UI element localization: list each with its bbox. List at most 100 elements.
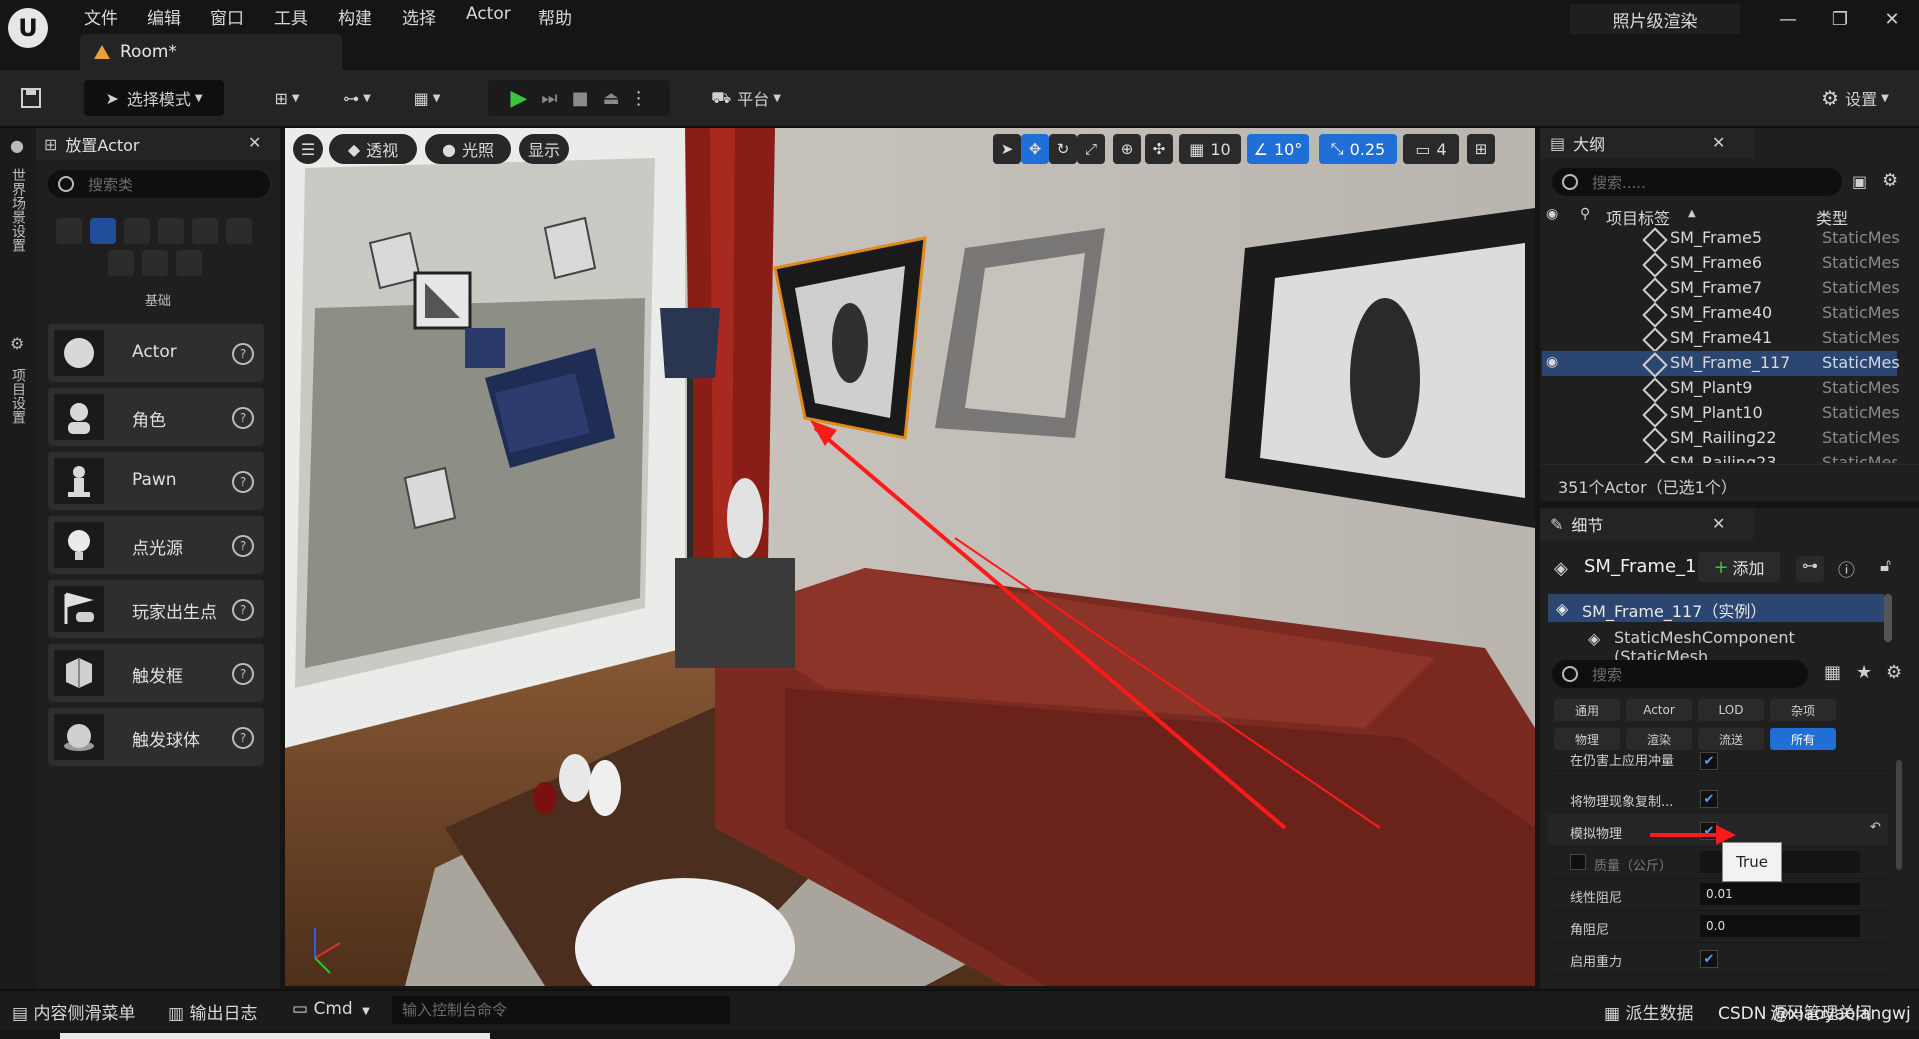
outliner-row[interactable]: SM_Plant9 StaticMes xyxy=(1542,376,1900,403)
details-search[interactable]: 搜索 xyxy=(1552,660,1808,688)
pin-icon[interactable]: ⚲ xyxy=(1580,206,1590,222)
mass-override-checkbox[interactable] xyxy=(1570,854,1586,870)
more-options-icon[interactable]: ⋮ xyxy=(630,88,648,109)
prop-checkbox[interactable]: ✔ xyxy=(1700,752,1718,770)
world-settings-tab[interactable]: 世界场景设置 xyxy=(8,168,28,252)
menu-help[interactable]: 帮助 xyxy=(538,4,572,29)
basic-category-icon[interactable] xyxy=(90,218,116,244)
angular-damping-field[interactable]: 0.0 xyxy=(1700,915,1860,937)
derived-data-button[interactable]: ▦ 派生数据 xyxy=(1604,999,1693,1024)
help-icon[interactable]: ? xyxy=(232,599,254,621)
menu-build[interactable]: 构建 xyxy=(338,4,372,29)
component-scrollbar[interactable] xyxy=(1884,594,1892,642)
close-icon[interactable]: ✕ xyxy=(1712,133,1725,152)
filter-lod[interactable]: LOD xyxy=(1698,699,1764,721)
close-icon[interactable]: ✕ xyxy=(248,133,261,152)
actor-item-character[interactable]: 角色 ? xyxy=(48,388,264,446)
play-icon[interactable]: ▶ xyxy=(510,86,527,111)
settings-dropdown[interactable]: ⚙ 设置 ▼ xyxy=(1810,80,1900,116)
globe-icon[interactable]: ● xyxy=(10,136,24,155)
actor-item-trigger-sphere[interactable]: 触发球体 ? xyxy=(48,708,264,766)
filter-misc[interactable]: 杂项 xyxy=(1770,699,1836,721)
actor-item-actor[interactable]: Actor ? xyxy=(48,324,264,382)
content-drawer-button[interactable]: ▤ 内容侧滑菜单 xyxy=(12,999,135,1024)
stop-icon[interactable]: ■ xyxy=(572,88,589,109)
menu-actor[interactable]: Actor xyxy=(466,4,511,24)
outliner-row[interactable]: SM_Railing22 StaticMes xyxy=(1542,426,1900,453)
lock-icon[interactable]: 🔓︎ xyxy=(1880,556,1891,576)
outliner-row[interactable]: SM_Frame5 StaticMes xyxy=(1542,226,1900,253)
blueprint-icon[interactable]: ⊶ xyxy=(1796,556,1824,582)
filter-general[interactable]: 通用 xyxy=(1554,699,1620,721)
project-settings-icon[interactable]: ⚙ xyxy=(10,334,24,353)
table-view-icon[interactable]: ▦ xyxy=(1824,662,1841,683)
blueprint-button[interactable]: ⊶ ▼ xyxy=(332,80,382,116)
prop-checkbox[interactable]: ✔ xyxy=(1700,790,1718,808)
output-log-button[interactable]: ▥ 输出日志 xyxy=(168,999,257,1024)
all-classes-icon[interactable] xyxy=(142,250,168,276)
filter-physics[interactable]: 物理 xyxy=(1554,728,1620,750)
help-icon[interactable]: ? xyxy=(232,471,254,493)
gear-icon[interactable]: ⚙ xyxy=(1882,170,1898,191)
gear-icon[interactable]: ⚙ xyxy=(1886,662,1902,683)
geometry-icon[interactable] xyxy=(176,250,202,276)
actor-item-point-light[interactable]: 点光源 ? xyxy=(48,516,264,574)
menu-file[interactable]: 文件 xyxy=(84,4,118,29)
filter-all[interactable]: 所有 xyxy=(1770,728,1836,750)
actor-item-pawn[interactable]: Pawn ? xyxy=(48,452,264,510)
cinematic-icon[interactable] xyxy=(192,218,218,244)
details-scrollbar[interactable] xyxy=(1896,760,1902,870)
filter-rendering[interactable]: 渲染 xyxy=(1626,728,1692,750)
select-mode-dropdown[interactable]: ➤ 选择模式 ▼ xyxy=(84,80,224,116)
add-folder-icon[interactable]: ▣ xyxy=(1852,172,1867,191)
cinematics-button[interactable]: ▦ ▼ xyxy=(402,80,452,116)
cmd-dropdown[interactable]: ▭ Cmd ▼ xyxy=(292,999,370,1019)
add-component-button[interactable]: + 添加 xyxy=(1698,552,1780,582)
outliner-row[interactable]: SM_Plant10 StaticMes xyxy=(1542,401,1900,428)
tab-room[interactable]: Room* xyxy=(80,34,342,70)
actor-item-trigger-box[interactable]: 触发框 ? xyxy=(48,644,264,702)
menu-window[interactable]: 窗口 xyxy=(210,4,244,29)
project-settings-tab[interactable]: 项目设置 xyxy=(8,368,28,424)
outliner-row[interactable]: SM_Frame7 StaticMes xyxy=(1542,276,1900,303)
visibility-eye-icon[interactable]: ◉ xyxy=(1546,354,1558,370)
level-viewport[interactable]: ☰ ◆ 透视 ● 光照 显示 ➤ ✥ ↻ ⤢ ⊕ ✣ ▦ 10 ∠ 10° ⤡ … xyxy=(285,128,1535,986)
lights-icon[interactable] xyxy=(124,218,150,244)
unreal-logo-icon[interactable]: U xyxy=(8,8,48,48)
help-icon[interactable]: ? xyxy=(232,343,254,365)
menu-select[interactable]: 选择 xyxy=(402,4,436,29)
component-row[interactable]: ◈ StaticMeshComponent (StaticMesh xyxy=(1548,624,1884,666)
outliner-row-selected[interactable]: ◉ SM_Frame_117 StaticMes xyxy=(1542,351,1900,378)
close-window-icon[interactable]: ✕ xyxy=(1880,8,1904,32)
filter-actor[interactable]: Actor xyxy=(1626,699,1692,721)
outliner-row[interactable]: SM_Frame40 StaticMes xyxy=(1542,301,1900,328)
enable-gravity-checkbox[interactable]: ✔ xyxy=(1700,950,1718,968)
help-icon[interactable]: ? xyxy=(232,407,254,429)
help-icon[interactable]: ⓘ xyxy=(1838,556,1855,581)
close-icon[interactable]: ✕ xyxy=(1712,514,1725,533)
linear-damping-field[interactable]: 0.01 xyxy=(1700,883,1860,905)
outliner-row[interactable]: SM_Frame6 StaticMes xyxy=(1542,251,1900,278)
save-icon[interactable] xyxy=(16,80,46,116)
menu-tools[interactable]: 工具 xyxy=(274,4,308,29)
visibility-eye-icon[interactable]: ◉ xyxy=(1546,206,1558,222)
component-instance-row[interactable]: ◈ SM_Frame_117（实例） xyxy=(1548,594,1884,622)
help-icon[interactable]: ? xyxy=(232,535,254,557)
help-icon[interactable]: ? xyxy=(232,663,254,685)
place-actor-search[interactable]: 搜索类 xyxy=(48,170,270,198)
eject-icon[interactable]: ⏏ xyxy=(603,88,620,109)
outliner-row[interactable]: SM_Railing23 StaticMes xyxy=(1542,451,1897,463)
platform-dropdown[interactable]: ⛟ 平台 ▼ xyxy=(704,80,788,116)
recent-icon[interactable] xyxy=(56,218,82,244)
add-content-button[interactable]: ⊞ ▼ xyxy=(262,80,312,116)
console-input[interactable]: 输入控制台命令 xyxy=(392,996,730,1024)
menu-edit[interactable]: 编辑 xyxy=(147,4,181,29)
reset-to-default-icon[interactable]: ↶ xyxy=(1870,820,1881,835)
filter-streaming[interactable]: 流送 xyxy=(1698,728,1764,750)
star-icon[interactable]: ★ xyxy=(1856,662,1872,683)
shapes-icon[interactable] xyxy=(158,218,184,244)
actor-item-player-start[interactable]: 玩家出生点 ? xyxy=(48,580,264,638)
step-icon[interactable]: ⏭ xyxy=(541,88,557,109)
help-icon[interactable]: ? xyxy=(232,727,254,749)
minimize-icon[interactable]: — xyxy=(1776,8,1800,32)
